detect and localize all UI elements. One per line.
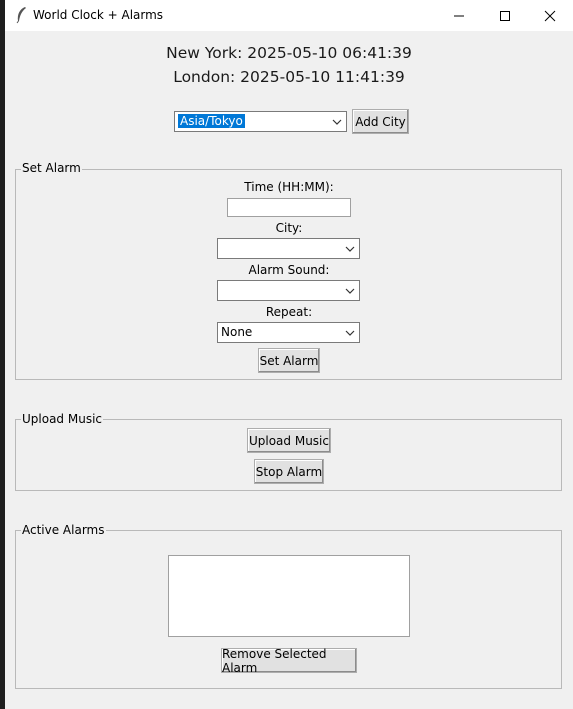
set-alarm-button[interactable]: Set Alarm (258, 348, 320, 373)
set-alarm-legend: Set Alarm (21, 161, 82, 175)
active-alarms-legend: Active Alarms (21, 523, 106, 537)
close-button[interactable] (527, 0, 573, 31)
alarm-city-combobox[interactable] (217, 238, 360, 259)
stop-alarm-button[interactable]: Stop Alarm (254, 459, 324, 484)
minimize-icon (454, 15, 464, 16)
chevron-down-icon (332, 119, 342, 125)
maximize-icon (500, 10, 510, 21)
maximize-button[interactable] (482, 0, 528, 31)
city-picker-value: Asia/Tokyo (178, 114, 245, 128)
chevron-down-icon (345, 288, 355, 294)
alarm-sound-label: Alarm Sound: (248, 263, 330, 277)
add-city-button[interactable]: Add City (352, 109, 409, 134)
app-window: World Clock + Alarms New York: 2025-05-1… (5, 0, 573, 709)
city-picker-combobox[interactable]: Asia/Tokyo (174, 111, 347, 132)
clock-london: London: 2025-05-10 11:41:39 (173, 68, 405, 86)
chevron-down-icon (345, 330, 355, 336)
upload-music-button[interactable]: Upload Music (247, 428, 331, 453)
clock-new-york: New York: 2025-05-10 06:41:39 (166, 44, 412, 62)
alarm-sound-combobox[interactable] (217, 280, 360, 301)
time-input[interactable] (227, 198, 351, 217)
repeat-label: Repeat: (265, 305, 313, 319)
remove-selected-alarm-button[interactable]: Remove Selected Alarm (221, 647, 357, 675)
title-bar[interactable]: World Clock + Alarms (5, 0, 573, 31)
active-alarms-listbox[interactable] (168, 555, 410, 637)
repeat-value: None (221, 325, 253, 339)
time-label: Time (HH:MM): (244, 180, 334, 194)
close-icon (544, 10, 556, 21)
repeat-combobox[interactable]: None (217, 322, 360, 343)
city-label: City: (275, 221, 303, 235)
minimize-button[interactable] (436, 0, 482, 31)
chevron-down-icon (345, 246, 355, 252)
upload-music-legend: Upload Music (21, 412, 104, 426)
feather-icon (14, 6, 30, 24)
window-title: World Clock + Alarms (33, 8, 164, 22)
